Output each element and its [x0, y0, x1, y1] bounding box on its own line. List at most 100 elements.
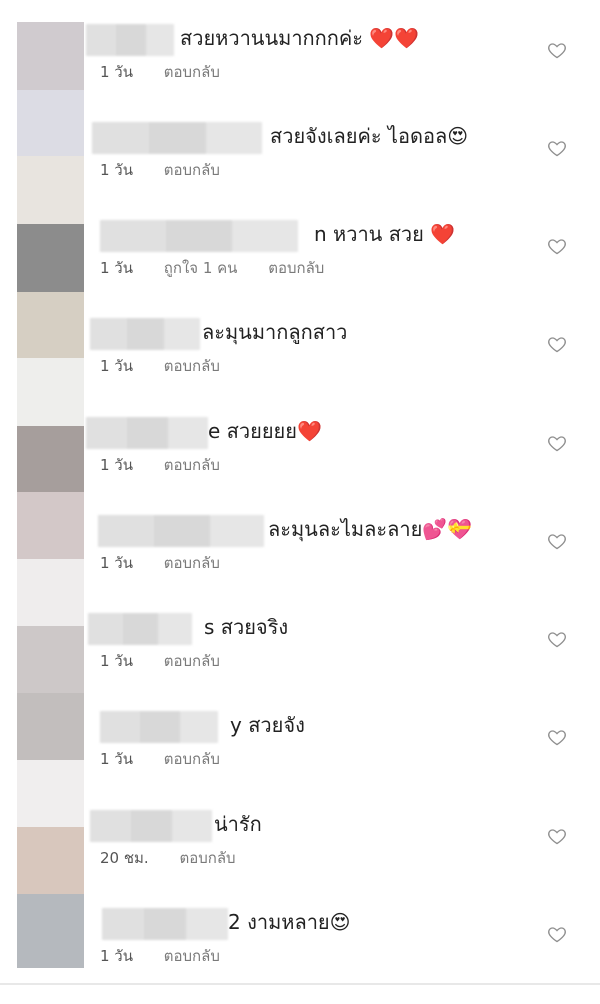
blur-segment: [166, 220, 232, 252]
blur-segment: [144, 908, 186, 940]
blur-segment: [127, 318, 164, 350]
blur-segment: [90, 318, 127, 350]
blur-segment: [90, 810, 131, 842]
blurred-username: [100, 220, 298, 252]
comment-meta: 1 วัน ตอบกลับ: [100, 158, 246, 182]
comment-text: s สวยจริง: [204, 615, 289, 639]
blurred-username: [98, 515, 264, 547]
comment-meta: 1 วัน ตอบกลับ: [100, 354, 246, 378]
comment-time: 1 วัน: [100, 259, 133, 277]
reply-button[interactable]: ตอบกลับ: [179, 849, 235, 867]
blur-segment: [131, 810, 172, 842]
blur-segment: [123, 613, 158, 645]
comment-meta: 1 วัน ตอบกลับ: [100, 649, 246, 673]
emoji: ❤️: [430, 222, 456, 246]
blur-segment: [100, 220, 166, 252]
comment-time: 1 วัน: [100, 456, 133, 474]
like-count[interactable]: ถูกใจ 1 คน: [164, 259, 238, 277]
heart-icon[interactable]: [547, 138, 567, 158]
blur-segment: [168, 417, 208, 449]
comment-item: สวยหวานนมากกกค่ะ ❤️❤️ 1 วัน ตอบกลับ: [0, 22, 600, 120]
comment-meta: 1 วัน ตอบกลับ: [100, 747, 246, 771]
comment-meta: 20 ชม. ตอบกลับ: [100, 846, 262, 870]
reply-button[interactable]: ตอบกลับ: [164, 554, 220, 572]
comment-item: น่ารัก 20 ชม. ตอบกลับ: [0, 808, 600, 906]
heart-icon[interactable]: [547, 727, 567, 747]
blur-segment: [210, 515, 264, 547]
comment-time: 1 วัน: [100, 63, 133, 81]
heart-icon[interactable]: [547, 531, 567, 551]
comment-text: ละมุนละไมละลาย💕💝: [268, 517, 473, 541]
blur-segment: [100, 711, 140, 743]
heart-icon[interactable]: [547, 826, 567, 846]
heart-icon[interactable]: [547, 40, 567, 60]
blurred-username: [92, 122, 262, 154]
blur-segment: [92, 122, 149, 154]
comment-meta: 1 วัน ตอบกลับ: [100, 60, 246, 84]
blur-segment: [149, 122, 206, 154]
comment-text: สวยจังเลยค่ะ ไอดอล😍: [270, 124, 469, 148]
blur-segment: [140, 711, 180, 743]
comment-time: 1 วัน: [100, 947, 133, 965]
blur-segment: [158, 613, 192, 645]
comment-meta: 1 วัน ตอบกลับ: [100, 944, 246, 968]
comment-item: e สวยยยย❤️ 1 วัน ตอบกลับ: [0, 415, 600, 513]
comment-item: y สวยจัง 1 วัน ตอบกลับ: [0, 709, 600, 807]
reply-button[interactable]: ตอบกลับ: [164, 456, 220, 474]
reply-button[interactable]: ตอบกลับ: [164, 63, 220, 81]
reply-button[interactable]: ตอบกลับ: [268, 259, 324, 277]
comment-item: ละมุนละไมละลาย💕💝 1 วัน ตอบกลับ: [0, 513, 600, 611]
reply-button[interactable]: ตอบกลับ: [164, 357, 220, 375]
comment-text: ละมุนมากลูกสาว: [202, 320, 348, 344]
comment-item: สวยจังเลยค่ะ ไอดอล😍 1 วัน ตอบกลับ: [0, 120, 600, 218]
comment-time: 1 วัน: [100, 554, 133, 572]
reply-button[interactable]: ตอบกลับ: [164, 947, 220, 965]
comment-item: n หวาน สวย ❤️ 1 วัน ถูกใจ 1 คน ตอบกลับ: [0, 218, 600, 316]
heart-icon[interactable]: [547, 924, 567, 944]
blurred-username: [86, 24, 174, 56]
comment-text: e สวยยยย❤️: [208, 419, 322, 443]
comment-meta: 1 วัน ถูกใจ 1 คน ตอบกลับ: [100, 256, 350, 280]
blurred-username: [102, 908, 228, 940]
blurred-username: [90, 318, 200, 350]
blur-segment: [180, 711, 218, 743]
emoji: ❤️❤️: [369, 26, 420, 50]
emoji: 😍: [447, 124, 469, 148]
reply-button[interactable]: ตอบกลับ: [164, 652, 220, 670]
comment-item: 2 งามหลาย😍 1 วัน ตอบกลับ: [0, 906, 600, 1004]
comment-text: 2 งามหลาย😍: [228, 910, 351, 934]
comment-text: สวยหวานนมากกกค่ะ ❤️❤️: [180, 26, 420, 50]
blur-segment: [88, 613, 123, 645]
reply-button[interactable]: ตอบกลับ: [164, 750, 220, 768]
emoji: 💕💝: [422, 517, 473, 541]
blurred-username: [90, 810, 212, 842]
blur-segment: [98, 515, 154, 547]
blur-segment: [146, 24, 174, 56]
reply-button[interactable]: ตอบกลับ: [164, 161, 220, 179]
comment-item: ละมุนมากลูกสาว 1 วัน ตอบกลับ: [0, 316, 600, 414]
blur-segment: [164, 318, 200, 350]
comment-text: n หวาน สวย ❤️: [314, 222, 456, 246]
comment-text: y สวยจัง: [230, 713, 305, 737]
blur-segment: [172, 810, 212, 842]
comment-time: 1 วัน: [100, 652, 133, 670]
comment-time: 1 วัน: [100, 357, 133, 375]
blur-segment: [102, 908, 144, 940]
blur-segment: [127, 417, 168, 449]
blur-segment: [154, 515, 210, 547]
comment-text: น่ารัก: [214, 812, 262, 836]
blurred-username: [88, 613, 192, 645]
emoji: ❤️: [296, 419, 322, 443]
heart-icon[interactable]: [547, 629, 567, 649]
blur-segment: [86, 417, 127, 449]
heart-icon[interactable]: [547, 433, 567, 453]
blur-segment: [86, 24, 116, 56]
blur-segment: [232, 220, 298, 252]
comment-time: 1 วัน: [100, 750, 133, 768]
comment-meta: 1 วัน ตอบกลับ: [100, 551, 246, 575]
comment-item: s สวยจริง 1 วัน ตอบกลับ: [0, 611, 600, 709]
heart-icon[interactable]: [547, 236, 567, 256]
emoji: 😍: [329, 910, 351, 934]
comment-time: 1 วัน: [100, 161, 133, 179]
heart-icon[interactable]: [547, 334, 567, 354]
